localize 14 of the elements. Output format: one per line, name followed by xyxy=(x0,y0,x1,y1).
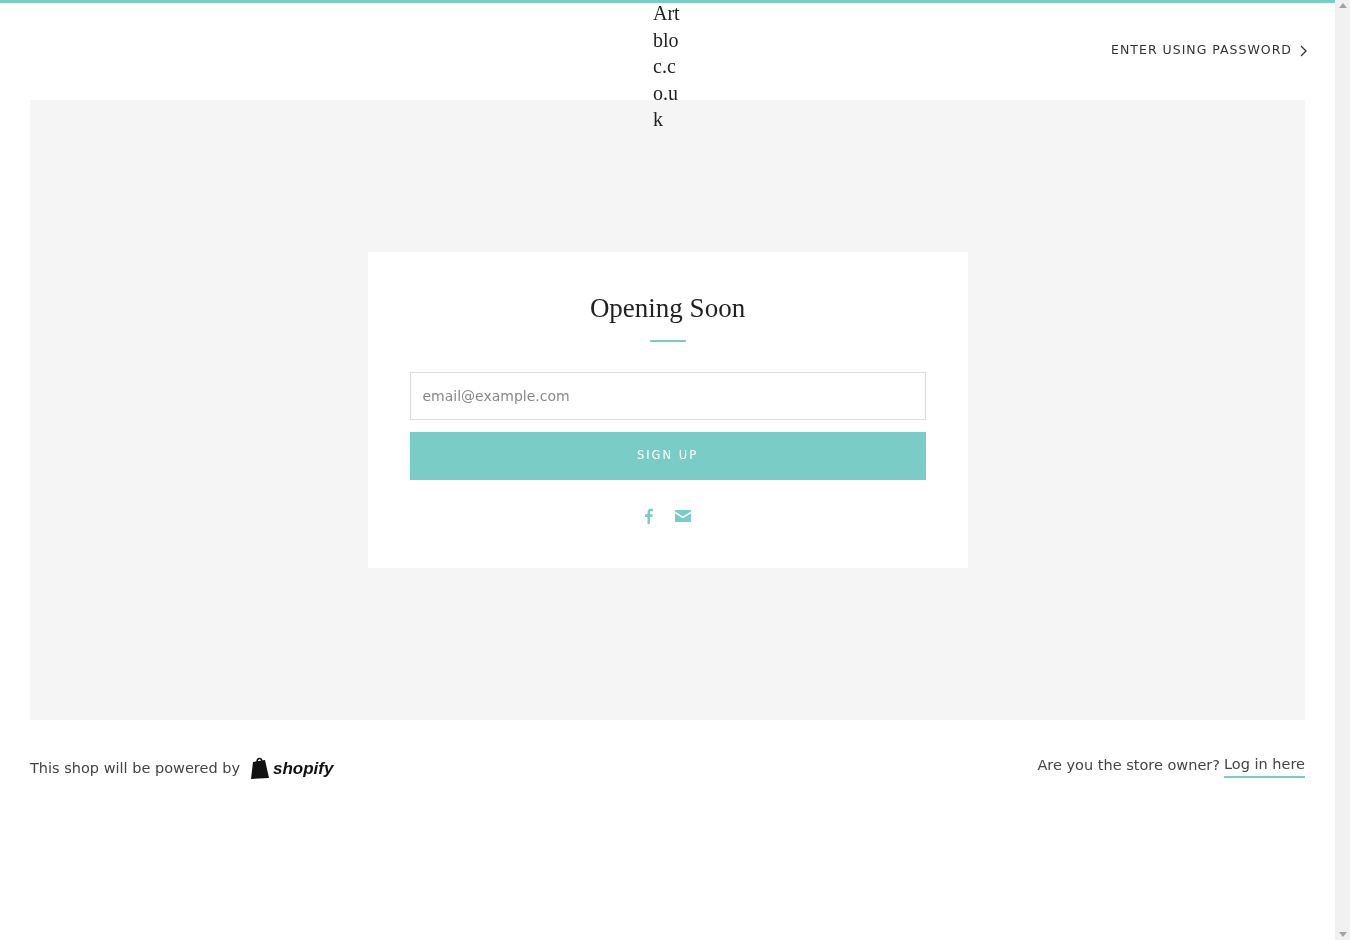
shopify-logo[interactable]: shopify xyxy=(250,756,334,782)
powered-by-text: This shop will be powered by xyxy=(30,759,240,778)
page-title: Opening Soon xyxy=(589,292,746,325)
chevron-right-icon xyxy=(1300,44,1307,57)
mail-icon[interactable] xyxy=(674,510,691,522)
store-logo[interactable]: Artbloc.co.uk xyxy=(653,0,683,133)
scroll-up-icon[interactable] xyxy=(1338,3,1347,8)
facebook-icon[interactable] xyxy=(644,508,653,524)
password-link[interactable]: ENTER USING PASSWORD xyxy=(1111,41,1307,62)
login-link[interactable]: Log in here xyxy=(1224,754,1305,778)
shopping-bag-icon xyxy=(250,757,270,781)
email-field[interactable]: email@example.com xyxy=(409,372,926,420)
scroll-down-icon[interactable] xyxy=(1338,932,1347,937)
owner-question: Are you the store owner? xyxy=(1037,756,1220,775)
